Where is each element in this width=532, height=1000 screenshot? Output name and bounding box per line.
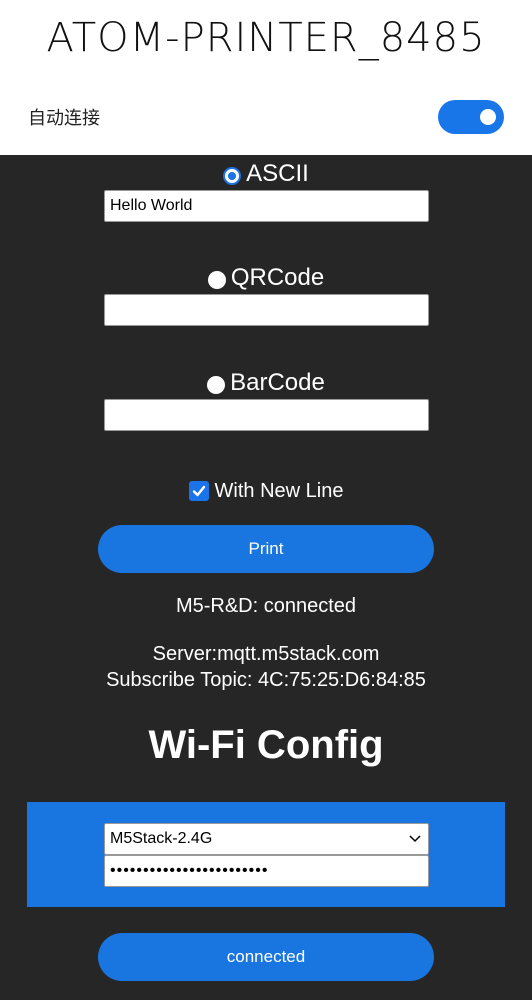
qrcode-radio[interactable] bbox=[207, 271, 226, 289]
mode-ascii-row[interactable]: ASCII bbox=[0, 158, 532, 190]
password-field[interactable]: •••••••••••••••••••••••• bbox=[104, 855, 429, 887]
new-line-row[interactable]: With New Line bbox=[0, 475, 532, 507]
subscribe-topic: Subscribe Topic: 4C:75:25:D6:84:85 bbox=[106, 669, 426, 691]
toggle-knob bbox=[480, 109, 496, 125]
qrcode-label: QRCode bbox=[230, 264, 325, 291]
wifi-config-title: Wi-Fi Config bbox=[148, 723, 384, 767]
main-panel: ASCII QRCode BarCode With New Line Print… bbox=[0, 155, 532, 1000]
mode-barcode-row[interactable]: BarCode bbox=[0, 367, 532, 399]
ascii-radio[interactable] bbox=[223, 167, 242, 185]
server-info: Server:mqtt.m5stack.com bbox=[152, 643, 380, 665]
auto-connect-row: 自动连接 bbox=[0, 96, 532, 142]
mode-qrcode-row[interactable]: QRCode bbox=[0, 262, 532, 294]
barcode-radio[interactable] bbox=[207, 376, 226, 394]
ssid-select[interactable]: M5Stack-2.4G bbox=[104, 823, 429, 855]
new-line-label: With New Line bbox=[214, 479, 344, 502]
wifi-config-box: M5Stack-2.4G •••••••••••••••••••••••• bbox=[27, 802, 505, 907]
wifi-connect-button[interactable]: connected bbox=[98, 933, 434, 981]
app-title: ATOM-PRINTER_8485 bbox=[46, 15, 486, 61]
connection-status: M5-R&D: connected bbox=[175, 595, 357, 617]
auto-connect-toggle[interactable] bbox=[438, 100, 504, 134]
chevron-down-icon bbox=[408, 824, 422, 854]
print-button[interactable]: Print bbox=[98, 525, 434, 573]
ascii-label: ASCII bbox=[246, 160, 309, 187]
qrcode-input[interactable] bbox=[104, 294, 429, 326]
ascii-input[interactable] bbox=[104, 190, 429, 222]
new-line-checkbox[interactable] bbox=[188, 481, 209, 501]
ssid-value: M5Stack-2.4G bbox=[110, 830, 213, 847]
check-icon bbox=[192, 485, 205, 497]
barcode-input[interactable] bbox=[104, 399, 429, 431]
barcode-label: BarCode bbox=[230, 369, 325, 396]
auto-connect-label: 自动连接 bbox=[28, 108, 100, 129]
